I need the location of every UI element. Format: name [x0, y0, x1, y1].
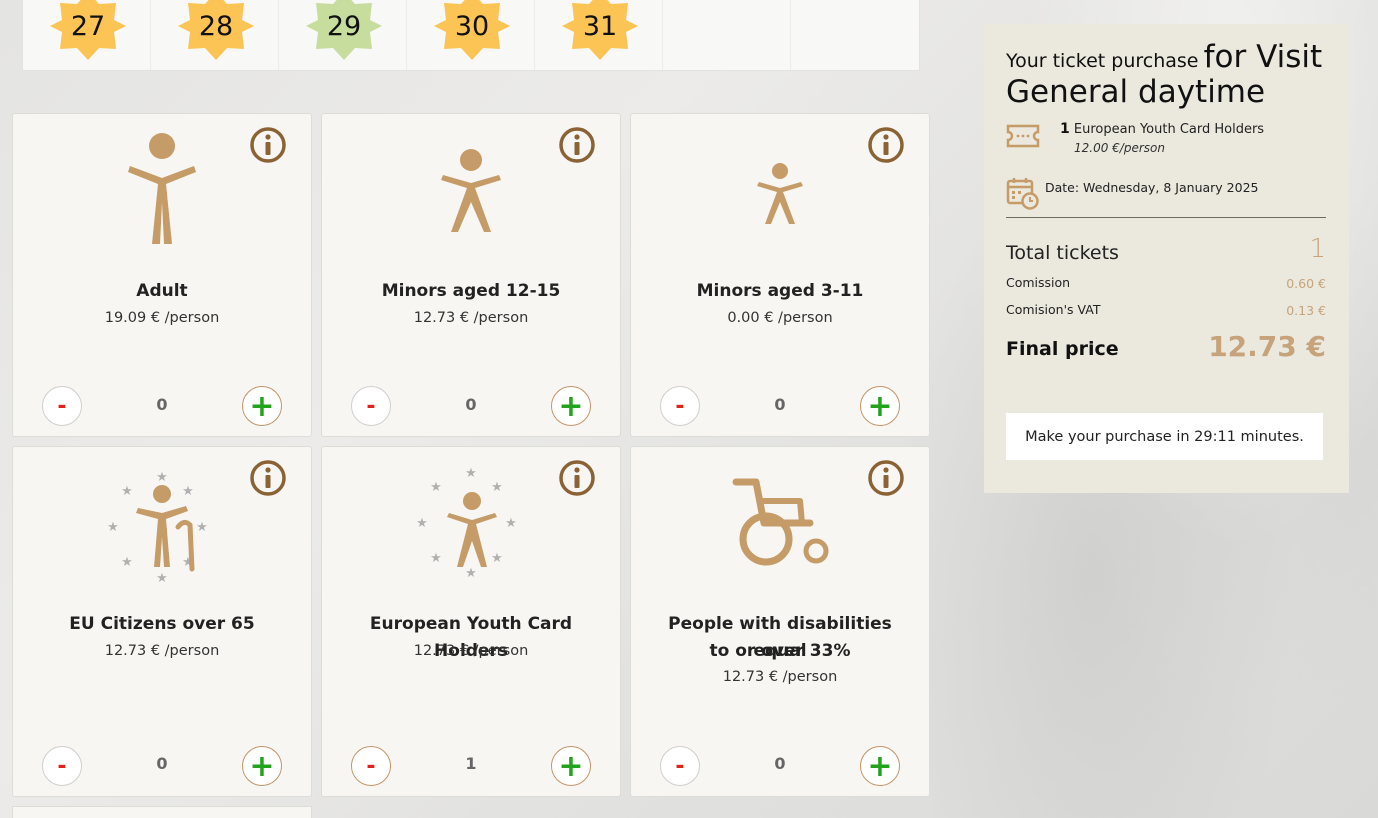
decrease-quantity-button[interactable]: - — [42, 386, 82, 426]
svg-text:★: ★ — [107, 520, 119, 535]
increase-quantity-button[interactable]: + — [242, 386, 282, 426]
calendar-day-cell[interactable]: 29 — [279, 0, 407, 70]
ticket-icon — [1006, 124, 1040, 148]
increase-quantity-button[interactable]: + — [242, 746, 282, 786]
calendar-day-cell[interactable]: 27 — [23, 0, 151, 70]
calendar-day-cell[interactable]: 28 — [151, 0, 279, 70]
wheelchair-icon — [732, 478, 829, 566]
summary-title-session: General daytime — [1006, 74, 1266, 110]
increase-quantity-button[interactable]: + — [860, 386, 900, 426]
calendar-day-badge[interactable]: 31 — [562, 0, 638, 64]
ticket-name-line2: to or over 33% — [709, 641, 851, 661]
summary-ticket-name: European Youth Card Holders — [1073, 122, 1265, 137]
svg-text:★: ★ — [196, 520, 208, 535]
calendar-day-number: 30 — [454, 10, 490, 42]
svg-text:★: ★ — [182, 484, 194, 499]
calendar-clock-icon — [1006, 178, 1039, 210]
calendar-day-number: 29 — [326, 10, 362, 42]
svg-text:★: ★ — [465, 566, 477, 581]
increase-quantity-button[interactable]: + — [551, 746, 591, 786]
final-price-value: 12.73 € — [1208, 330, 1326, 363]
svg-text:★: ★ — [505, 516, 517, 531]
decrease-quantity-button[interactable]: - — [351, 746, 391, 786]
summary-ticket-unit-price: 12.00 €/person — [1074, 141, 1165, 155]
commission-label: Comission — [1006, 275, 1071, 290]
ticket-card-adult: Adult 19.09 € /person - 0 + — [12, 113, 312, 437]
total-tickets-label: Total tickets — [1006, 242, 1119, 264]
ticket-price: 12.73 € /person — [413, 310, 529, 326]
svg-text:★: ★ — [416, 516, 428, 531]
info-icon[interactable] — [867, 126, 905, 164]
ticket-price: 12.73 € /person — [722, 669, 838, 685]
commission-vat-value: 0.13 € — [1286, 303, 1326, 318]
summary-ticket-qty: 1 — [1060, 121, 1070, 137]
youth-eu-icon: ★ ★ ★ ★ ★ ★ ★ ★ — [416, 466, 517, 581]
calendar-day-cell-empty — [663, 0, 791, 70]
calendar-day-cell-empty — [791, 0, 919, 70]
total-tickets-value: 1 — [1309, 234, 1326, 264]
ticket-price: 12.73 € /person — [104, 643, 220, 659]
calendar-day-cell[interactable]: 30 — [407, 0, 535, 70]
calendar-day-badge-selected[interactable]: 29 — [306, 0, 382, 64]
ticket-name: EU Citizens over 65 — [69, 614, 255, 634]
summary-ticket-line: 1 European Youth Card Holders — [1060, 121, 1264, 137]
calendar-day-number: 28 — [198, 10, 234, 42]
calendar-day-badge[interactable]: 28 — [178, 0, 254, 64]
child-icon — [757, 163, 803, 224]
decrease-quantity-button[interactable]: - — [660, 746, 700, 786]
decrease-quantity-button[interactable]: - — [660, 386, 700, 426]
quantity-value: 0 — [465, 395, 477, 414]
calendar-day-number: 27 — [70, 10, 106, 42]
svg-text:★: ★ — [465, 466, 477, 481]
ticket-price: 12.73 € /person — [413, 643, 529, 659]
ticket-price: 19.09 € /person — [104, 310, 220, 326]
ticket-price: 0.00 € /person — [727, 310, 833, 326]
svg-text:★: ★ — [121, 484, 133, 499]
svg-text:★: ★ — [430, 551, 442, 566]
ticket-card-european-youth: ★ ★ ★ ★ ★ ★ ★ ★ European Youth Card Hold… — [321, 446, 621, 797]
increase-quantity-button[interactable]: + — [860, 746, 900, 786]
summary-title-visit: for Visit — [1203, 39, 1323, 75]
senior-eu-icon: ★ ★ ★ ★ ★ ★ ★ ★ — [107, 470, 208, 585]
summary-title-prefix: Your ticket purchase — [1006, 50, 1199, 72]
summary-title: Your ticket purchase for Visit General d… — [1006, 42, 1336, 112]
ticket-card-partial — [12, 806, 312, 818]
purchase-summary-panel: Your ticket purchase for Visit General d… — [984, 24, 1349, 493]
ticket-card-eu-over-65: ★ ★ ★ ★ ★ ★ ★ ★ EU Citizens over 65 12.7… — [12, 446, 312, 797]
quantity-value: 0 — [774, 754, 786, 773]
ticket-card-disabilities: People with disabilities equal to or ove… — [630, 446, 930, 797]
summary-date: Date: Wednesday, 8 January 2025 — [1045, 180, 1259, 195]
summary-divider — [1006, 217, 1326, 218]
calendar-strip: 27 28 29 30 31 — [22, 0, 920, 71]
decrease-quantity-button[interactable]: - — [42, 746, 82, 786]
purchase-timer: Make your purchase in 29:11 minutes. — [1006, 413, 1323, 460]
ticket-name: Adult — [136, 281, 188, 301]
quantity-value: 1 — [465, 754, 477, 773]
calendar-day-number: 31 — [582, 10, 618, 42]
final-price-label: Final price — [1006, 338, 1119, 360]
quantity-value: 0 — [774, 395, 786, 414]
svg-text:★: ★ — [156, 571, 168, 585]
svg-text:★: ★ — [491, 551, 503, 566]
quantity-value: 0 — [156, 395, 168, 414]
commission-value: 0.60 € — [1286, 276, 1326, 291]
ticket-card-minors-3-11: Minors aged 3-11 0.00 € /person - 0 + — [630, 113, 930, 437]
svg-text:★: ★ — [156, 470, 168, 485]
ticket-name: Minors aged 3-11 — [696, 281, 864, 301]
decrease-quantity-button[interactable]: - — [351, 386, 391, 426]
svg-text:★: ★ — [121, 555, 133, 570]
increase-quantity-button[interactable]: + — [551, 386, 591, 426]
calendar-day-badge[interactable]: 30 — [434, 0, 510, 64]
quantity-value: 0 — [156, 754, 168, 773]
ticket-name: Minors aged 12-15 — [381, 281, 561, 301]
teen-icon — [441, 149, 501, 232]
adult-icon — [128, 133, 196, 244]
ticket-card-minors-12-15: Minors aged 12-15 12.73 € /person - 0 + — [321, 113, 621, 437]
svg-text:★: ★ — [430, 480, 442, 495]
calendar-day-badge[interactable]: 27 — [50, 0, 126, 64]
calendar-day-cell[interactable]: 31 — [535, 0, 663, 70]
commission-vat-label: Comision's VAT — [1006, 302, 1101, 317]
svg-text:★: ★ — [491, 480, 503, 495]
